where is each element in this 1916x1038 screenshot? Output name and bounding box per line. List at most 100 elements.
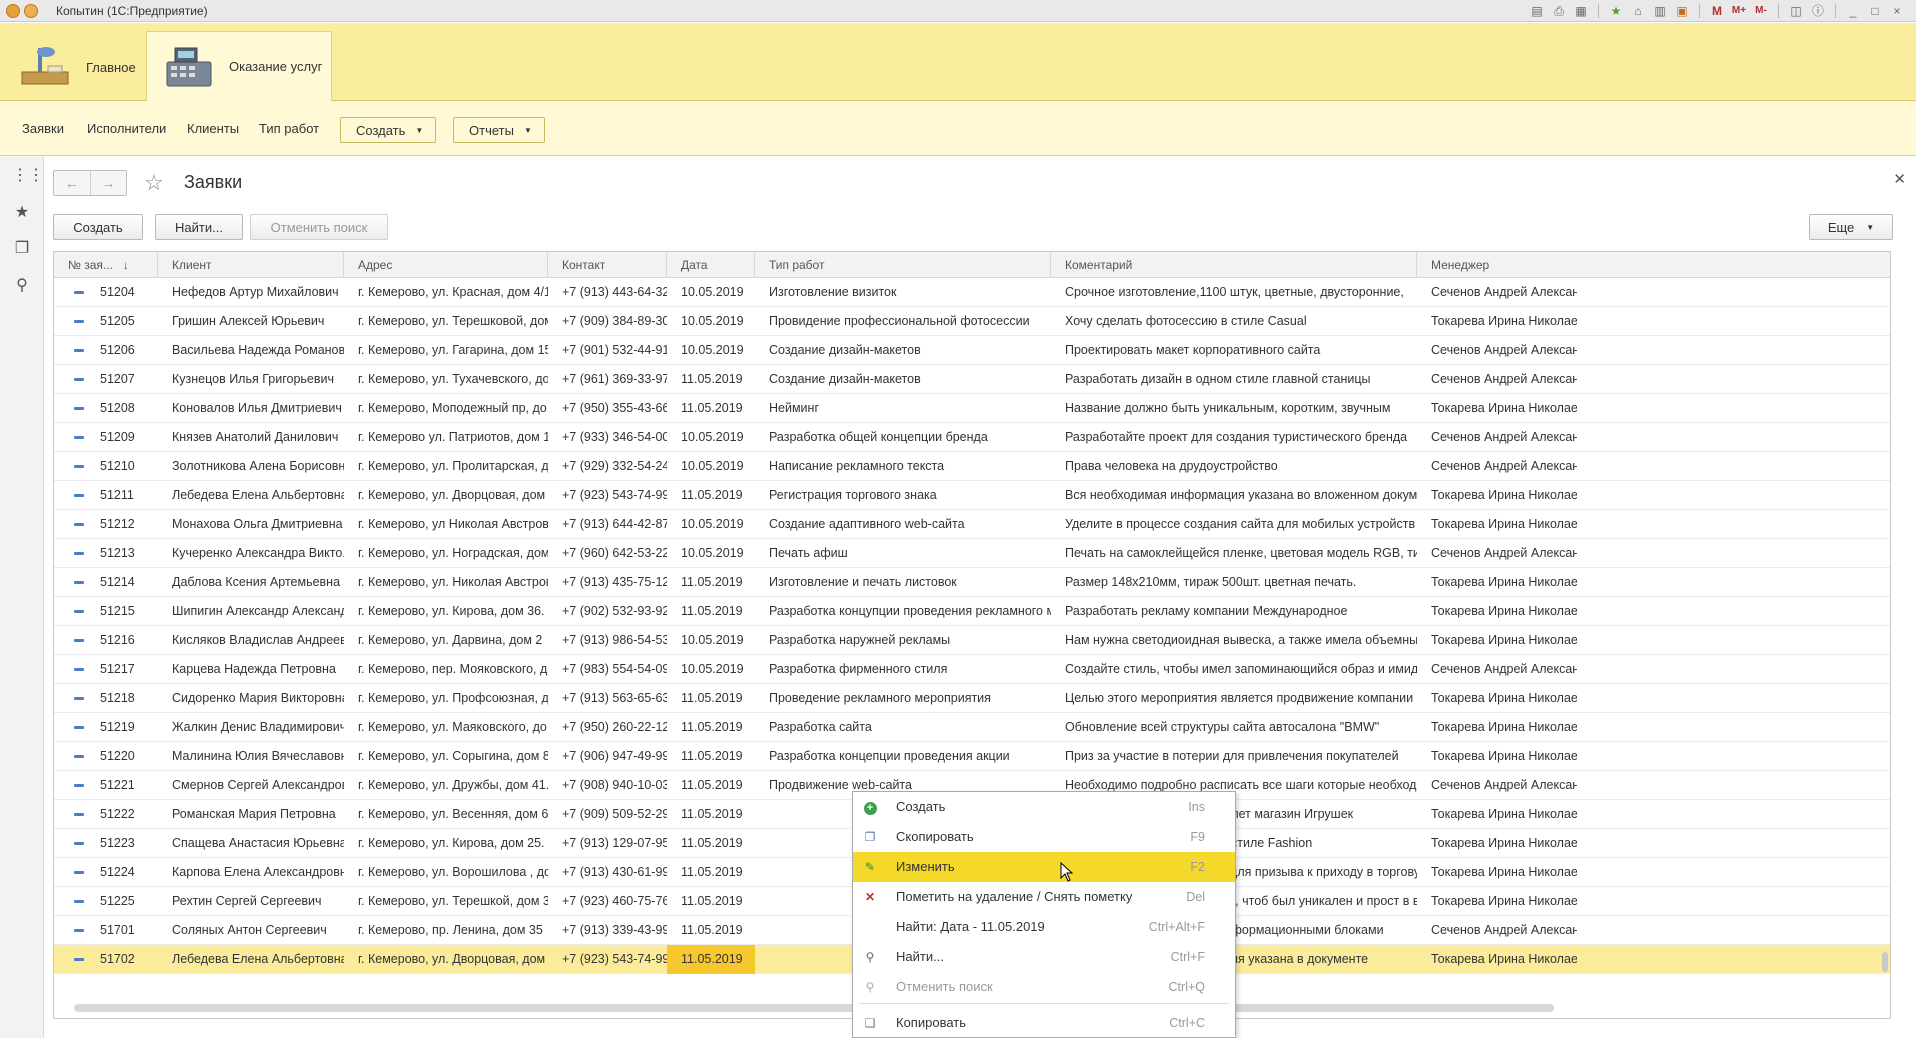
cell-work-type: Разработка наружней рекламы	[769, 633, 951, 647]
table-row[interactable]: 51215 Шипигин Александр Александ... г. Кем…	[54, 597, 1890, 626]
calendar-icon[interactable]: ▣	[1673, 3, 1691, 19]
context-menu-item[interactable]: ❐ Скопировать F9	[853, 822, 1235, 852]
create-dropdown-button[interactable]: Создать ▼	[340, 117, 437, 143]
panels-icon[interactable]: ◫	[1787, 3, 1805, 19]
context-menu-item[interactable]: ✎ Изменить F2	[853, 852, 1235, 882]
favorites-icon[interactable]: ★	[1607, 3, 1625, 19]
table-row[interactable]: 51208 Коновалов Илья Дмитриевич г. Кемеров…	[54, 394, 1890, 423]
column-header-client[interactable]: Клиент	[158, 252, 344, 278]
find-button[interactable]: Найти...	[155, 214, 243, 240]
column-header-number[interactable]: № зая... ↓	[54, 252, 158, 278]
cell-date: 11.05.2019	[681, 604, 743, 618]
back-arrow-icon[interactable]: ←	[54, 171, 90, 195]
app-menu-icon[interactable]	[6, 3, 20, 18]
minimize-icon[interactable]: _	[1844, 3, 1862, 19]
cell-address: г. Кемерово, ул. Красная, дом 4/1.	[358, 285, 548, 299]
all-functions-icon[interactable]: ⋮⋮	[12, 166, 44, 186]
context-menu-item[interactable]: ⚲ Отменить поиск Ctrl+Q	[853, 972, 1235, 1002]
memory-minus-icon[interactable]: M-	[1752, 3, 1770, 19]
cell-number: 51209	[100, 430, 135, 444]
table-row[interactable]: 51211 Лебедева Елена Альбертовна г. Кемеро…	[54, 481, 1890, 510]
close-window-icon[interactable]: ×	[1888, 3, 1906, 19]
save-icon[interactable]: ▤	[1528, 3, 1546, 19]
nav-link-requests[interactable]: Заявки	[22, 121, 64, 136]
context-menu-label: Создать	[896, 799, 946, 814]
cell-address: г. Кемерово, ул. Дарвина, дом 2	[358, 633, 543, 647]
horizontal-scrollbar[interactable]	[74, 1004, 1554, 1012]
history-icon[interactable]: ⌂	[1629, 3, 1647, 19]
calculator-icon[interactable]: ▥	[1651, 3, 1669, 19]
column-header-comment[interactable]: Коментарий	[1051, 252, 1417, 278]
nav-link-clients[interactable]: Клиенты	[187, 121, 239, 136]
info-icon[interactable]: ⓘ	[1809, 3, 1827, 19]
column-header-manager[interactable]: Менеджер	[1417, 252, 1577, 278]
context-menu-shortcut: Ins	[1188, 800, 1205, 814]
cell-number: 51211	[100, 488, 134, 502]
cell-manager: Токарева Ирина Николаевна	[1431, 575, 1577, 589]
cell-manager: Токарева Ирина Николаевна	[1431, 691, 1577, 705]
column-header-address[interactable]: Адрес	[344, 252, 548, 278]
cell-manager: Сеченов Андрей Александр	[1431, 343, 1577, 357]
section-main[interactable]: Главное	[18, 33, 144, 101]
chevron-down-icon: ▼	[1866, 222, 1875, 232]
table-row[interactable]: 51205 Гришин Алексей Юрьевич г. Кемерово, …	[54, 307, 1890, 336]
column-header-work-type[interactable]: Тип работ	[755, 252, 1051, 278]
section-services[interactable]: Оказание услуг	[146, 31, 332, 101]
favorites-star-icon[interactable]: ★	[12, 203, 32, 223]
maximize-icon[interactable]: □	[1866, 3, 1884, 19]
cell-date: 10.05.2019	[681, 343, 744, 357]
table-row[interactable]: 51210 Золотникова Алена Борисовна г. Кемер…	[54, 452, 1890, 481]
column-header-date[interactable]: Дата	[667, 252, 755, 278]
cell-date: 11.05.2019	[681, 691, 743, 705]
table-row[interactable]: 51209 Князев Анатолий Данилович г. Кемеров…	[54, 423, 1890, 452]
table-row[interactable]: 51217 Карцева Надежда Петровна г. Кемерово…	[54, 655, 1890, 684]
nav-link-executors[interactable]: Исполнители	[87, 121, 166, 136]
context-menu-item[interactable]: Найти: Дата - 11.05.2019 Ctrl+Alt+F	[853, 912, 1235, 942]
vertical-scrollbar[interactable]	[1882, 952, 1888, 972]
cell-client: Нефедов Артур Михайлович	[172, 285, 339, 299]
cell-contact: +7 (901) 532-44-91	[562, 343, 667, 357]
search-icon[interactable]: ⚲	[12, 276, 32, 296]
context-menu-label: Найти: Дата - 11.05.2019	[896, 919, 1045, 934]
column-header-contact[interactable]: Контакт	[548, 252, 667, 278]
create-button[interactable]: Создать	[53, 214, 143, 240]
table-row[interactable]: 51220 Малинина Юлия Вячеславовна г. Кемеро…	[54, 742, 1890, 771]
cell-manager: Сеченов Андрей Александр	[1431, 285, 1577, 299]
close-form-icon[interactable]: ✕	[1893, 170, 1906, 188]
table-row[interactable]: 51206 Васильева Надежда Романовна г. Кемер…	[54, 336, 1890, 365]
cell-date: 11.05.2019	[681, 865, 743, 879]
cell-client: Жалкин Денис Владимирович	[172, 720, 344, 734]
forward-arrow-icon[interactable]: →	[89, 171, 127, 195]
reports-dropdown-button[interactable]: Отчеты ▼	[453, 117, 545, 143]
table-row[interactable]: 51204 Нефедов Артур Михайлович г. Кемерово…	[54, 278, 1890, 307]
cell-contact: +7 (960) 642-53-22	[562, 546, 667, 560]
cell-address: г. Кемерово, ул. Терешкой, дом 31	[358, 894, 548, 908]
cell-contact: +7 (913) 563-65-63	[562, 691, 667, 705]
cell-contact: +7 (983) 554-54-09	[562, 662, 667, 676]
nav-link-work-types[interactable]: Тип работ	[259, 121, 319, 136]
cell-client: Гришин Алексей Юрьевич	[172, 314, 325, 328]
more-button[interactable]: Еще ▼	[1809, 214, 1893, 240]
app-dropdown-icon[interactable]	[24, 3, 38, 18]
context-menu-item[interactable]: ❏ Копировать Ctrl+C	[853, 1008, 1235, 1038]
add-green-icon: +	[863, 800, 877, 815]
cell-comment: Срочное изготовление,1100 штук, цветные,…	[1065, 285, 1404, 299]
memory-m-icon[interactable]: M	[1708, 3, 1726, 19]
table-row[interactable]: 51213 Кучеренко Александра Викто... г. Кем…	[54, 539, 1890, 568]
context-menu-item[interactable]: + Создать Ins	[853, 792, 1235, 822]
cell-work-type: Провидение профессиональной фотосессии	[769, 314, 1030, 328]
table-row[interactable]: 51214 Даблова Ксения Артемьевна г. Кемеров…	[54, 568, 1890, 597]
context-menu-item[interactable]: ⚲ Найти... Ctrl+F	[853, 942, 1235, 972]
favorite-star-icon[interactable]: ☆	[144, 170, 164, 196]
cancel-search-button[interactable]: Отменить поиск	[250, 214, 388, 240]
table-row[interactable]: 51216 Кисляков Владислав Андреев... г. Кем…	[54, 626, 1890, 655]
table-row[interactable]: 51207 Кузнецов Илья Григорьевич г. Кемеров…	[54, 365, 1890, 394]
context-menu-item[interactable]: ✕ Пометить на удаление / Снять пометку Del	[853, 882, 1235, 912]
history-pages-icon[interactable]: ❐	[12, 239, 32, 259]
preview-icon[interactable]: ▦	[1572, 3, 1590, 19]
print-icon[interactable]: ⎙	[1550, 3, 1568, 19]
table-row[interactable]: 51218 Сидоренко Мария Викторовна г. Кемеро…	[54, 684, 1890, 713]
table-row[interactable]: 51212 Монахова Ольга Дмитриевна г. Кемеров…	[54, 510, 1890, 539]
memory-plus-icon[interactable]: M+	[1730, 3, 1748, 19]
table-row[interactable]: 51219 Жалкин Денис Владимирович г. Кемеров…	[54, 713, 1890, 742]
